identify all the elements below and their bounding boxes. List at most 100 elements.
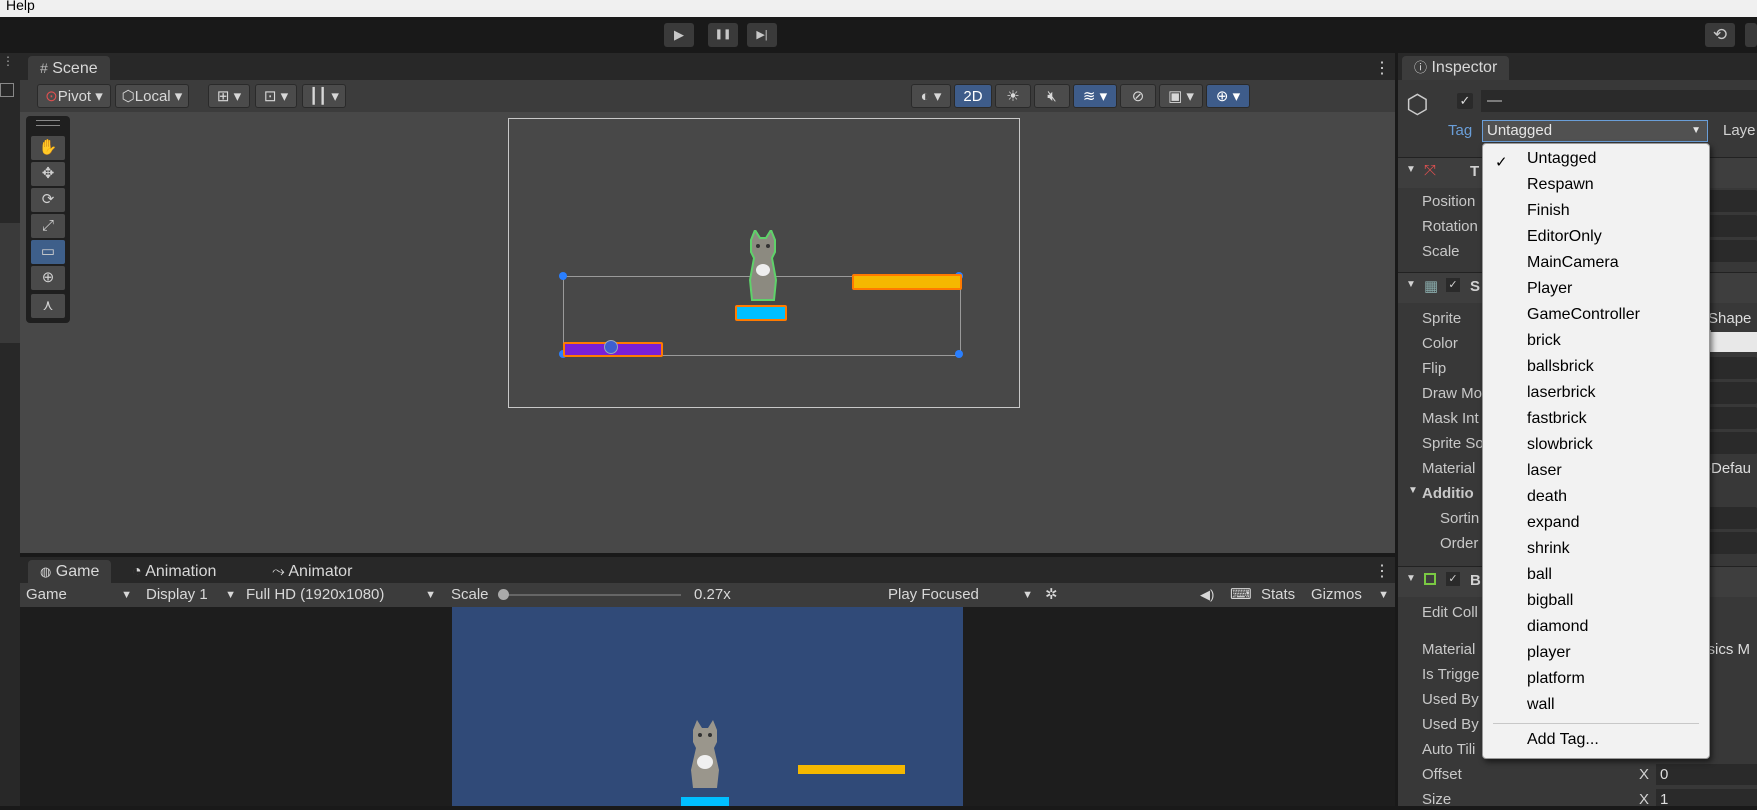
tag-option[interactable]: Player (1527, 280, 1572, 298)
transform-tool[interactable]: ⊕ (31, 266, 65, 290)
tag-option[interactable]: bigball (1527, 592, 1573, 610)
tag-option[interactable]: player (1527, 644, 1571, 662)
lighting-toggle[interactable]: ☀ (995, 84, 1031, 108)
tag-option[interactable]: MainCamera (1527, 254, 1619, 272)
tab-animator[interactable]: ⤳ Animator (260, 560, 364, 584)
account-button[interactable] (1745, 23, 1757, 47)
scale-slider-thumb[interactable] (498, 589, 509, 600)
shading-dropdown[interactable]: ◐ ▾ (911, 84, 951, 108)
color-swatch[interactable] (1708, 332, 1757, 352)
sorting-layer-field[interactable] (1708, 507, 1757, 529)
tag-option[interactable]: ballsbrick (1527, 358, 1594, 376)
tag-option[interactable]: death (1527, 488, 1567, 506)
gameobject-icon: ⬡ (1406, 89, 1429, 119)
offset-x-field[interactable]: 0 (1656, 764, 1757, 785)
tag-option[interactable]: laserbrick (1527, 384, 1595, 402)
play-mode-dropdown[interactable]: Play Focused ▼ (888, 584, 1033, 606)
visibility-toggle[interactable]: ⊘ (1120, 84, 1156, 108)
custom-tool[interactable]: ⋏ (31, 294, 65, 318)
rect-tool[interactable]: ▭ (31, 240, 65, 264)
menu-help[interactable]: Help (6, 0, 35, 13)
pivot-dropdown[interactable]: ⊙Pivot ▾ (37, 84, 111, 108)
position-field[interactable] (1708, 190, 1757, 212)
brick-sprite-cyan[interactable] (735, 305, 787, 321)
tag-option[interactable]: diamond (1527, 618, 1588, 636)
draw-mode-field[interactable] (1708, 382, 1757, 404)
cat-sprite[interactable] (746, 227, 780, 302)
gizmos-scene-dropdown[interactable]: ⊕ ▾ (1206, 84, 1250, 108)
tag-option[interactable]: EditorOnly (1527, 228, 1602, 246)
tag-option[interactable]: brick (1527, 332, 1561, 350)
paddle-sprite-yellow[interactable] (852, 274, 962, 290)
name-field[interactable]: — (1481, 90, 1757, 112)
increment-snap-button[interactable]: ⊡ ▾ (255, 84, 297, 108)
history-button[interactable]: ⟲ (1705, 23, 1735, 47)
game-canvas[interactable] (452, 607, 963, 806)
tag-option[interactable]: platform (1527, 670, 1585, 688)
drag-handle[interactable] (36, 120, 60, 126)
material-value[interactable]: -Defau (1706, 460, 1751, 477)
audio-icon[interactable]: ◀) (1200, 584, 1214, 606)
tag-option[interactable]: Untagged (1527, 150, 1596, 168)
rotation-field[interactable] (1708, 215, 1757, 237)
flip-field[interactable] (1708, 357, 1757, 379)
scale-tool[interactable]: ⤢ (31, 214, 65, 238)
active-checkbox[interactable]: ✓ (1457, 93, 1473, 109)
rotate-tool[interactable]: ⟳ (31, 188, 65, 212)
enabled-checkbox[interactable]: ✓ (1446, 278, 1460, 292)
bounds-handle[interactable] (955, 350, 963, 358)
tab-animation[interactable]: ◔ Animation (120, 560, 228, 584)
pause-button[interactable]: ❚❚ (708, 23, 738, 47)
scale-field[interactable] (1708, 240, 1757, 262)
hand-tool[interactable]: ✋ (31, 136, 65, 160)
camera-dropdown[interactable]: ▣ ▾ (1159, 84, 1203, 108)
bounds-handle[interactable] (559, 272, 567, 280)
local-dropdown[interactable]: ⬡Local ▾ (115, 84, 189, 108)
tag-option[interactable]: Respawn (1527, 176, 1594, 194)
gizmos-dropdown[interactable]: Gizmos ▼ (1311, 584, 1389, 606)
pivot-handle[interactable] (604, 340, 618, 354)
enabled-checkbox[interactable]: ✓ (1446, 572, 1460, 586)
tag-value: Untagged (1487, 122, 1553, 139)
mode-2d-toggle[interactable]: 2D (954, 84, 992, 108)
ruler-button[interactable]: ┃┃ ▾ (302, 84, 346, 108)
tab-inspector[interactable]: ⓘ Inspector (1402, 56, 1510, 80)
order-field[interactable] (1708, 532, 1757, 554)
scale-slider-track[interactable] (501, 594, 681, 596)
grid-icon: # (40, 60, 48, 76)
tag-option[interactable]: fastbrick (1527, 410, 1587, 428)
mask-field[interactable] (1708, 407, 1757, 429)
tag-option[interactable]: GameController (1527, 306, 1640, 324)
tab-game[interactable]: ◍ Game (28, 560, 112, 584)
bug-icon[interactable]: ✲ (1045, 584, 1058, 606)
sort-field[interactable] (1708, 432, 1757, 454)
display-dropdown[interactable]: Display 1 ▼ (146, 584, 236, 606)
tag-option[interactable]: shrink (1527, 540, 1570, 558)
tag-option[interactable]: ball (1527, 566, 1552, 584)
tag-option[interactable]: Finish (1527, 202, 1570, 220)
audio-toggle[interactable]: 🔇︎ (1034, 84, 1070, 108)
view-dropdown[interactable]: Game ▼ (26, 584, 132, 606)
grid-snap-button[interactable]: ⊞ ▾ (208, 84, 250, 108)
stats-button[interactable]: Stats (1261, 584, 1295, 606)
tag-option[interactable]: slowbrick (1527, 436, 1593, 454)
tab-scene[interactable]: # Scene (28, 56, 110, 80)
tag-dropdown[interactable]: Untagged ▼ (1482, 120, 1708, 142)
keyboard-icon[interactable]: ⌨ (1230, 584, 1252, 606)
size-x-field[interactable]: 1 (1656, 789, 1757, 808)
move-tool[interactable]: ✥ (31, 162, 65, 186)
chevron-down-icon: ▼ (225, 589, 236, 601)
maximize-icon[interactable] (0, 83, 14, 97)
tag-option[interactable]: wall (1527, 696, 1555, 714)
tag-option[interactable]: laser (1527, 462, 1562, 480)
tag-option[interactable]: expand (1527, 514, 1580, 532)
effects-dropdown[interactable]: ≋ ▾ (1073, 84, 1117, 108)
scene-options-icon[interactable]: ⋮ (1374, 58, 1390, 78)
resolution-dropdown[interactable]: Full HD (1920x1080) ▼ (246, 584, 436, 606)
add-tag-option[interactable]: Add Tag... (1527, 731, 1599, 749)
step-button[interactable]: ▶| (747, 23, 777, 47)
play-button[interactable]: ▶ (664, 23, 694, 47)
foldout-icon[interactable]: ▼ (1408, 485, 1418, 496)
game-options-icon[interactable]: ⋮ (1374, 561, 1390, 581)
more-icon[interactable]: ⋮ (2, 55, 14, 73)
